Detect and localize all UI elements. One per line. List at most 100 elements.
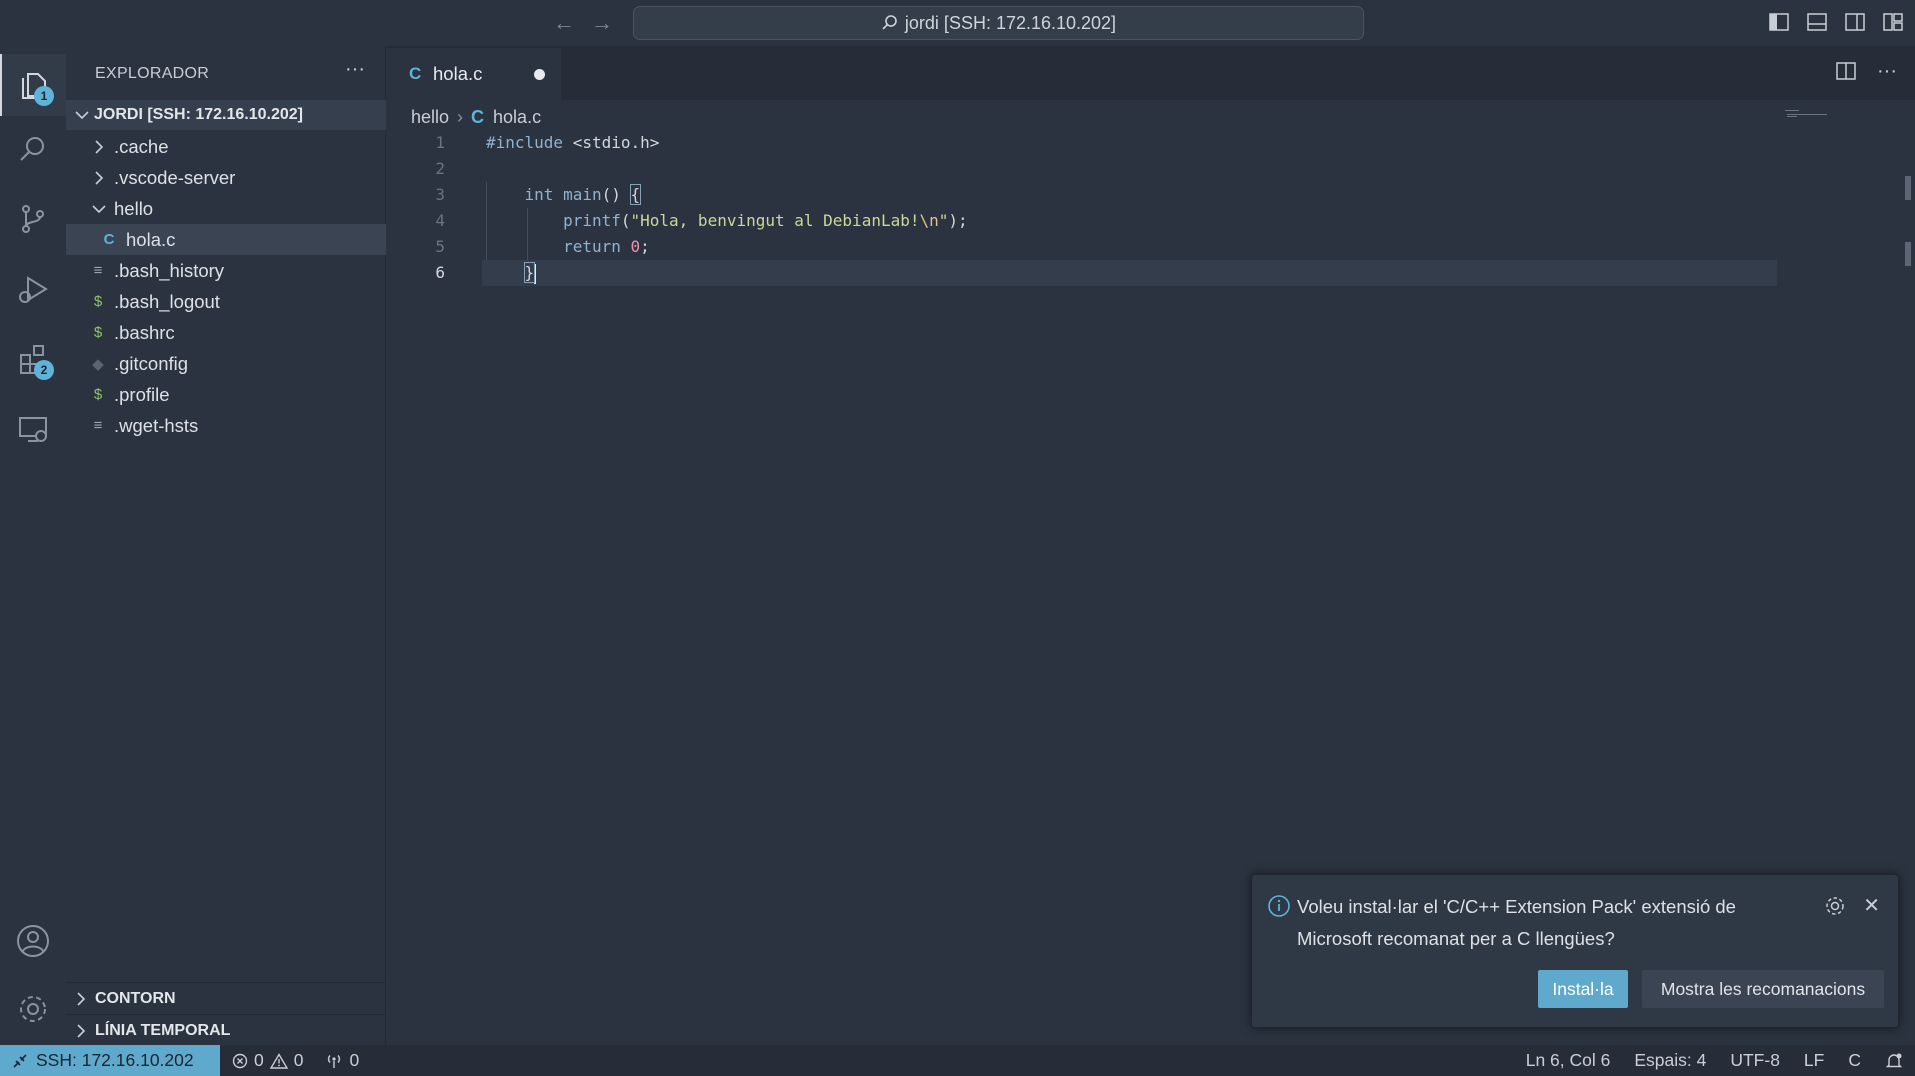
remote-indicator[interactable]: SSH: 172.16.10.202 bbox=[0, 1045, 220, 1076]
remote-explorer-icon bbox=[19, 417, 47, 442]
c-file-icon: C bbox=[471, 106, 485, 127]
remote-label: SSH: 172.16.10.202 bbox=[36, 1050, 194, 1070]
broadcast-icon bbox=[328, 1054, 341, 1068]
info-icon bbox=[1268, 895, 1290, 917]
chevron-right-icon bbox=[95, 170, 104, 185]
breadcrumb: hello › C hola.c bbox=[411, 104, 541, 130]
tree-item-vscode-server[interactable]: .vscode-server bbox=[66, 162, 386, 193]
manage-activity[interactable] bbox=[0, 978, 66, 1040]
end-of-line[interactable]: LF bbox=[1804, 1050, 1824, 1071]
breadcrumb-folder[interactable]: hello bbox=[411, 107, 449, 128]
tree-item-hola-c[interactable]: C hola.c bbox=[66, 224, 386, 255]
tree-item-bash-logout[interactable]: $ .bash_logout bbox=[66, 286, 386, 317]
timeline-section[interactable]: LÍNIA TEMPORAL bbox=[66, 1014, 386, 1046]
tree-item-label: .bash_logout bbox=[114, 290, 220, 312]
source-control-activity[interactable] bbox=[0, 188, 66, 250]
tree-item-label: hello bbox=[114, 197, 154, 219]
text-file-icon: ≡ bbox=[93, 417, 103, 434]
indentation[interactable]: Espais: 4 bbox=[1634, 1050, 1706, 1071]
explorer-badge: 1 bbox=[34, 86, 54, 106]
line-number: 5 bbox=[435, 237, 445, 256]
search-activity[interactable] bbox=[0, 118, 66, 180]
tree-item-label: hola.c bbox=[126, 228, 176, 250]
tree-item-gitconfig[interactable]: ◆ .gitconfig bbox=[66, 348, 386, 379]
outline-section[interactable]: CONTORN bbox=[66, 982, 386, 1014]
tree-item-cache[interactable]: .cache bbox=[66, 131, 386, 162]
line-number: 2 bbox=[435, 159, 445, 178]
code-line: 5 return 0; bbox=[387, 234, 1915, 260]
code-line: 1 #include <stdio.h> bbox=[387, 130, 1915, 156]
customize-layout-icon[interactable] bbox=[1881, 10, 1905, 34]
line-number: 4 bbox=[435, 211, 445, 230]
run-debug-activity[interactable] bbox=[0, 258, 66, 320]
tree-item-bashrc[interactable]: $ .bashrc bbox=[66, 317, 386, 348]
toggle-primary-sidebar-icon[interactable] bbox=[1767, 10, 1791, 34]
run-debug-icon bbox=[19, 276, 48, 303]
tree-item-label: .bash_history bbox=[114, 259, 225, 281]
error-count: 0 bbox=[254, 1050, 264, 1070]
notification-bell-icon[interactable] bbox=[1885, 1052, 1903, 1070]
back-arrow-icon[interactable]: ← bbox=[551, 10, 577, 36]
show-recommendations-button[interactable]: Mostra les recomanacions bbox=[1642, 970, 1884, 1008]
tree-item-label: .bashrc bbox=[114, 321, 175, 343]
tree-item-bash-history[interactable]: ≡ .bash_history bbox=[66, 255, 386, 286]
minimap[interactable] bbox=[1777, 106, 1837, 117]
tab-bar: C hola.c ··· bbox=[387, 46, 1915, 100]
workspace-root-label: JORDI [SSH: 172.16.10.202] bbox=[94, 106, 303, 123]
close-icon[interactable]: ✕ bbox=[1863, 893, 1880, 918]
source-control-icon bbox=[22, 205, 44, 233]
explorer-activity[interactable]: 1 bbox=[0, 54, 66, 116]
tree-item-hello[interactable]: hello bbox=[66, 193, 386, 224]
tab-hola-c[interactable]: C hola.c bbox=[387, 48, 561, 100]
language-mode[interactable]: C bbox=[1848, 1050, 1861, 1071]
accounts-activity[interactable] bbox=[0, 910, 66, 972]
account-icon bbox=[17, 925, 49, 957]
more-actions-icon[interactable]: ··· bbox=[345, 58, 365, 81]
tree-item-profile[interactable]: $ .profile bbox=[66, 379, 386, 410]
chevron-right-icon: › bbox=[457, 106, 464, 127]
sidebar-title: EXPLORADOR bbox=[95, 65, 210, 82]
install-button[interactable]: Instal·la bbox=[1538, 970, 1628, 1008]
outline-section-label: CONTORN bbox=[95, 989, 176, 1007]
gear-icon[interactable] bbox=[1824, 895, 1846, 917]
remote-explorer-activity[interactable] bbox=[0, 398, 66, 460]
chevron-right-icon bbox=[77, 1024, 86, 1038]
line-number: 3 bbox=[435, 185, 445, 204]
line-number: 1 bbox=[435, 133, 445, 152]
title-bar: ← → jordi [SSH: 172.16.10.202] bbox=[0, 0, 1915, 46]
toggle-panel-icon[interactable] bbox=[1805, 10, 1829, 34]
notification-message: Voleu instal·lar el 'C/C++ Extension Pac… bbox=[1297, 896, 1736, 949]
workspace-root[interactable]: JORDI [SSH: 172.16.10.202] bbox=[66, 100, 386, 130]
chevron-right-icon bbox=[95, 139, 104, 154]
timeline-section-label: LÍNIA TEMPORAL bbox=[95, 1021, 231, 1039]
tree-item-wget-hsts[interactable]: ≡ .wget-hsts bbox=[66, 410, 386, 441]
c-file-icon: C bbox=[103, 231, 115, 248]
code-line: 4 printf("Hola, benvingut al DebianLab!\… bbox=[387, 208, 1915, 234]
warning-icon bbox=[269, 1052, 288, 1069]
split-editor-icon[interactable] bbox=[1835, 60, 1857, 88]
toggle-secondary-sidebar-icon[interactable] bbox=[1843, 10, 1867, 34]
command-center-search[interactable]: jordi [SSH: 172.16.10.202] bbox=[633, 6, 1364, 40]
encoding[interactable]: UTF-8 bbox=[1730, 1050, 1780, 1071]
breadcrumb-file[interactable]: hola.c bbox=[493, 107, 541, 128]
cursor-position[interactable]: Ln 6, Col 6 bbox=[1526, 1050, 1611, 1071]
c-file-icon: C bbox=[409, 64, 422, 83]
chevron-down-icon bbox=[75, 111, 89, 120]
text-file-icon: ≡ bbox=[93, 262, 103, 279]
forward-arrow-icon[interactable]: → bbox=[589, 10, 615, 36]
unsaved-dot-icon[interactable] bbox=[534, 69, 545, 80]
scrollbar-mark[interactable] bbox=[1905, 176, 1911, 200]
scrollbar-mark[interactable] bbox=[1905, 242, 1911, 266]
problems-indicator[interactable]: 0 0 0 bbox=[232, 1045, 359, 1076]
code-line: 3 int main() { bbox=[387, 182, 1915, 208]
tree-item-label: .vscode-server bbox=[114, 166, 236, 188]
tree-item-label: .cache bbox=[114, 135, 169, 157]
gear-icon bbox=[20, 996, 46, 1022]
tab-label: hola.c bbox=[433, 63, 483, 84]
more-actions-icon[interactable]: ··· bbox=[1877, 60, 1897, 88]
command-center-text: jordi [SSH: 172.16.10.202] bbox=[904, 12, 1117, 33]
code-line-current: 6 } bbox=[387, 260, 1915, 286]
extensions-activity[interactable]: 2 bbox=[0, 328, 66, 390]
search-icon bbox=[20, 137, 44, 161]
git-file-icon: ◆ bbox=[92, 355, 104, 373]
